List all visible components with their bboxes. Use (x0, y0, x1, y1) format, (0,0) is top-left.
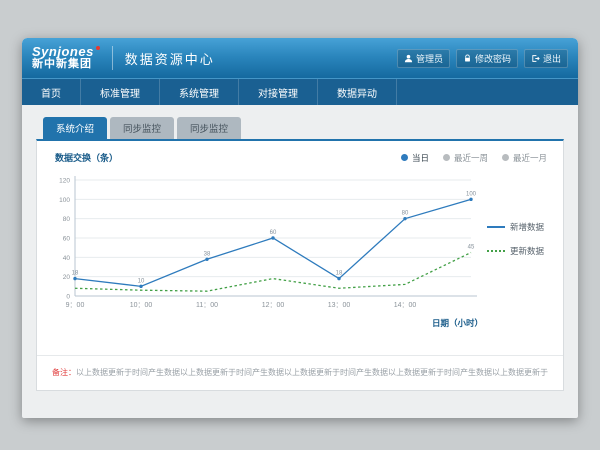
svg-text:60: 60 (63, 236, 71, 243)
logo-red-dot-icon (96, 46, 100, 50)
top-header: Synjones 新中新集团 数据资源中心 管理员 修改 (22, 38, 578, 78)
svg-text:12：00: 12：00 (262, 302, 285, 309)
filter-today[interactable]: 当日 (401, 152, 429, 164)
chart-header: 数据交换（条） 当日 最近一周 最近一月 (37, 141, 563, 164)
filter-dot-icon (443, 154, 450, 161)
company-name: 新中新集团 (32, 59, 100, 71)
admin-user-button[interactable]: 管理员 (397, 49, 450, 68)
app-window: Synjones 新中新集团 数据资源中心 管理员 修改 (22, 38, 578, 418)
svg-text:40: 40 (63, 255, 71, 262)
svg-text:13：00: 13：00 (328, 302, 351, 309)
header-divider (112, 46, 113, 70)
series-legend: 新增数据更新数据 (487, 166, 559, 329)
filter-dot-icon (502, 154, 509, 161)
nav-item-integration[interactable]: 对接管理 (239, 79, 318, 105)
line-chart: 0 20 40 60 80 100 120 9：00 10：00 11：00 12：00 13：00 1… (47, 166, 487, 316)
nav-item-standards[interactable]: 标准管理 (81, 79, 160, 105)
user-icon (404, 54, 413, 63)
legend-entry[interactable]: 新增数据 (487, 221, 559, 233)
logout-button[interactable]: 退出 (524, 49, 568, 68)
filter-last-month-label: 最近一月 (513, 152, 547, 164)
brand-logo: Synjones 新中新集团 (32, 45, 100, 70)
logo-text: Synjones (32, 45, 94, 59)
nav-item-system[interactable]: 系统管理 (160, 79, 239, 105)
svg-text:20: 20 (63, 274, 71, 281)
content-area: 系统介绍 同步监控 同步监控 数据交换（条） 当日 最近一周 (22, 105, 578, 418)
svg-text:0: 0 (66, 294, 70, 301)
svg-text:120: 120 (59, 178, 70, 185)
range-filter-legend: 当日 最近一周 最近一月 (401, 152, 547, 164)
svg-text:60: 60 (270, 230, 277, 236)
svg-text:9：00: 9：00 (66, 302, 85, 309)
y-axis-title: 数据交换（条） (55, 151, 118, 164)
svg-text:18: 18 (336, 271, 343, 277)
header-actions: 管理员 修改密码 退出 (397, 49, 568, 68)
svg-text:38: 38 (204, 251, 211, 257)
svg-text:100: 100 (466, 191, 477, 197)
series-line (75, 199, 471, 286)
filter-last-month[interactable]: 最近一月 (502, 152, 547, 164)
svg-text:10：00: 10：00 (130, 302, 153, 309)
app-title: 数据资源中心 (125, 49, 215, 68)
svg-text:18: 18 (72, 271, 79, 277)
svg-text:10: 10 (138, 278, 145, 284)
legend-label: 更新数据 (510, 245, 544, 257)
tab-system-intro[interactable]: 系统介绍 (43, 117, 107, 139)
filter-last-week[interactable]: 最近一周 (443, 152, 488, 164)
tab-sync-monitor-2[interactable]: 同步监控 (177, 117, 241, 139)
remark-label: 备注： (52, 368, 76, 377)
change-password-button[interactable]: 修改密码 (456, 49, 518, 68)
legend-label: 新增数据 (510, 221, 544, 233)
svg-text:14：00: 14：00 (394, 302, 417, 309)
remark-note: 备注：以上数据更新于时间产生数据以上数据更新于时间产生数据以上数据更新于时间产生… (37, 355, 563, 390)
tab-sync-monitor-1[interactable]: 同步监控 (110, 117, 174, 139)
main-nav: 首页 标准管理 系统管理 对接管理 数据异动 (22, 78, 578, 105)
filter-dot-icon (401, 154, 408, 161)
remark-text: 以上数据更新于时间产生数据以上数据更新于时间产生数据以上数据更新于时间产生数据以… (76, 368, 548, 377)
logout-icon (531, 54, 540, 63)
logout-label: 退出 (543, 52, 561, 65)
admin-label: 管理员 (416, 52, 443, 65)
svg-text:45: 45 (468, 245, 475, 251)
change-password-label: 修改密码 (475, 52, 511, 65)
lock-icon (463, 54, 472, 63)
x-axis-title: 日期（小时） (47, 317, 487, 329)
filter-today-label: 当日 (412, 152, 429, 164)
chart-box: 0 20 40 60 80 100 120 9：00 10：00 11：00 12：00 13：00 1… (47, 166, 487, 329)
tab-strip: 系统介绍 同步监控 同步监控 (36, 117, 564, 139)
svg-text:100: 100 (59, 197, 70, 204)
legend-line-icon (487, 250, 505, 252)
svg-text:80: 80 (63, 216, 71, 223)
legend-entry[interactable]: 更新数据 (487, 245, 559, 257)
nav-item-home[interactable]: 首页 (22, 79, 81, 105)
svg-text:80: 80 (402, 211, 409, 217)
filter-last-week-label: 最近一周 (454, 152, 488, 164)
svg-text:11：00: 11：00 (196, 302, 218, 309)
desktop-background: Synjones 新中新集团 数据资源中心 管理员 修改 (0, 0, 600, 450)
chart-panel: 数据交换（条） 当日 最近一周 最近一月 (36, 139, 564, 391)
legend-line-icon (487, 226, 505, 228)
chart-row: 0 20 40 60 80 100 120 9：00 10：00 11：00 12：00 13：00 1… (37, 164, 563, 329)
nav-item-data-change[interactable]: 数据异动 (318, 79, 397, 105)
